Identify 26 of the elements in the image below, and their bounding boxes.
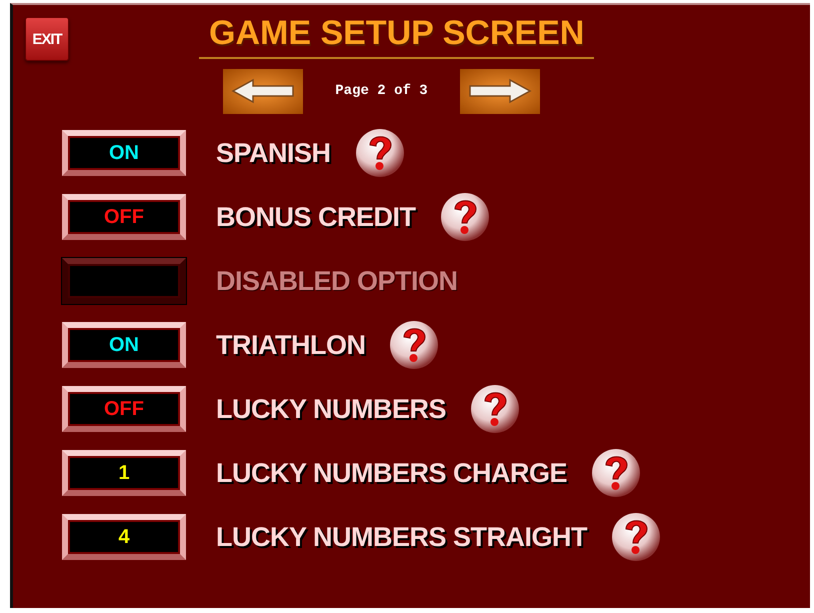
option-label: SPANISH (216, 138, 331, 168)
left-arrow-icon (231, 78, 296, 104)
value-box[interactable]: ON (62, 130, 186, 176)
value-box[interactable]: 4 (62, 514, 186, 560)
next-page-button[interactable] (460, 68, 540, 114)
help-icon[interactable] (389, 320, 440, 370)
help-icon[interactable] (354, 128, 405, 178)
value-box[interactable]: 1 (62, 450, 186, 496)
option-label: TRIATHLON (216, 330, 366, 360)
option-label: LUCKY NUMBERS CHARGE (216, 458, 568, 488)
option-label: DISABLED OPTION (216, 266, 458, 296)
value-box[interactable]: OFF (62, 194, 186, 240)
option-label: LUCKY NUMBERS STRAIGHT (216, 522, 588, 552)
help-icon[interactable] (440, 192, 490, 242)
value-box[interactable]: OFF (62, 386, 186, 432)
screen-title: GAME SETUP SCREEN (199, 13, 594, 59)
value-box[interactable]: ON (62, 322, 186, 368)
previous-page-button[interactable] (223, 68, 304, 114)
exit-button[interactable]: EXIT (25, 17, 69, 61)
right-arrow-icon (468, 78, 532, 104)
help-icon[interactable] (591, 448, 642, 498)
option-label: LUCKY NUMBERS (216, 394, 446, 424)
option-label: BONUS CREDIT (216, 202, 416, 232)
page-indicator: Page 2 of 3 (335, 83, 428, 99)
help-icon[interactable] (611, 512, 662, 562)
help-icon[interactable] (470, 384, 520, 434)
